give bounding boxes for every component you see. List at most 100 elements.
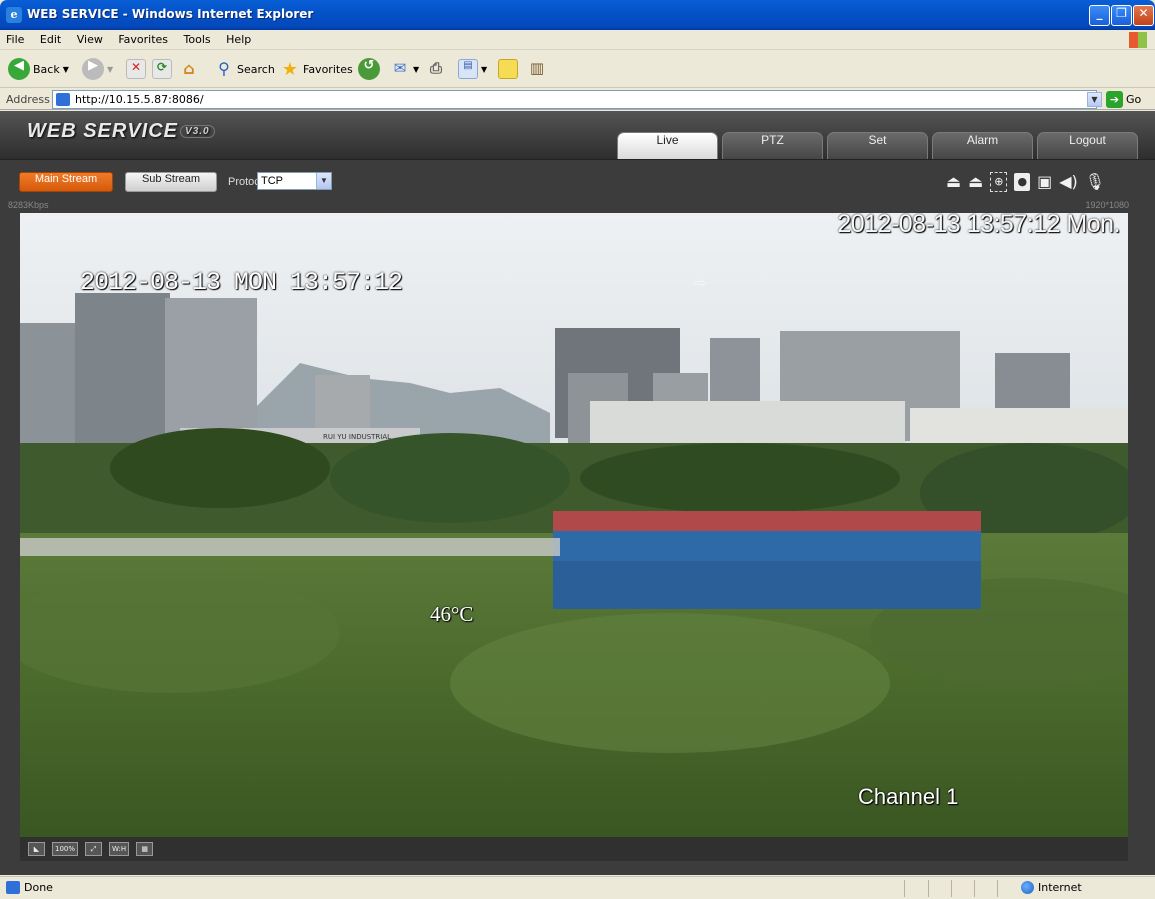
live-tools: ⏏ ⏏ ⊕ ● ▣ ◀) 🎙 [946,172,1105,192]
web-service-app: WEB SERVICE V3.0 Live PTZ Set Alarm Logou… [0,111,1155,875]
ie-app-icon: e [6,7,22,23]
record-video-icon[interactable]: ▣ [1037,173,1052,191]
go-button[interactable]: ➔ Go [1106,91,1141,108]
back-arrow-icon: ◀ [8,58,30,80]
status-divider [928,880,929,897]
back-dropdown-icon: ▼ [62,64,69,74]
alarm-light-2-icon[interactable]: ⏏ [968,173,983,191]
page-icon [56,93,70,106]
search-button[interactable]: ⚲ Search [214,57,275,81]
maximize-button[interactable]: ❐ [1111,5,1132,26]
stop-icon: ✕ [126,59,146,79]
snapshot-camera-icon[interactable]: ● [1014,173,1031,191]
mail-button[interactable]: ✉ ▼ [390,57,419,81]
history-button[interactable]: ↺ [358,57,380,81]
address-bar: Address http://10.15.5.87:8086/ ▼ ➔ Go [0,89,1155,110]
back-button[interactable]: ◀ Back ▼ [8,57,69,81]
zoom-grid-icon[interactable]: ▦ [136,842,154,856]
forward-button[interactable]: ▶ ▼ [82,57,113,81]
tab-live[interactable]: Live [617,132,718,159]
discuss-button[interactable] [498,57,518,81]
osd-timestamp-left: 2012-08-13 MON 13:57:12 [80,268,403,297]
status-left: Done [6,881,53,894]
address-url: http://10.15.5.87:8086/ [75,93,204,106]
address-input[interactable]: http://10.15.5.87:8086/ [52,90,1097,109]
fit-window-icon[interactable]: ⤢ [85,842,103,856]
title-bar: e WEB SERVICE - Windows Internet Explore… [0,0,1155,30]
menu-edit[interactable]: Edit [34,30,67,46]
menu-bar: File Edit View Favorites Tools Help [0,30,1155,50]
menu-tools[interactable]: Tools [178,30,217,46]
tab-set[interactable]: Set [827,132,928,159]
tab-ptz[interactable]: PTZ [722,132,823,159]
status-divider [951,880,952,897]
chevron-down-icon: ▼ [316,173,331,189]
menu-view[interactable]: View [71,30,109,46]
favorites-label: Favorites [303,62,353,76]
back-label: Back [33,62,60,76]
osd-channel-title: Channel 1 [858,784,959,809]
windows-logo-icon [1129,32,1147,48]
protocol-value: TCP [261,175,283,187]
scale-100-button[interactable]: 100% [52,842,79,856]
fullscreen-toggle-icon[interactable]: ◣ [28,842,45,856]
stream-controls: Main Stream Sub Stream Protocol TCP ▼ 82… [0,159,1155,215]
refresh-icon: ⟳ [152,59,172,79]
protocol-select[interactable]: TCP ▼ [257,172,332,190]
osd-timestamp-right: 2012-08-13 13:57:12 Mon. [837,213,1120,238]
browser-window: e WEB SERVICE - Windows Internet Explore… [0,0,1155,899]
tab-alarm[interactable]: Alarm [932,132,1033,159]
status-text: Done [24,881,53,894]
research-button[interactable]: ▥ [527,57,547,81]
menu-help[interactable]: Help [220,30,257,46]
logo-version: V3.0 [180,125,215,139]
go-label: Go [1126,93,1142,106]
app-header: WEB SERVICE V3.0 Live PTZ Set Alarm Logou… [0,111,1155,159]
speaker-icon[interactable]: ◀) [1059,173,1078,191]
mail-dropdown-icon: ▼ [413,64,420,74]
app-logo: WEB SERVICE V3.0 [27,120,215,143]
mail-icon: ✉ [393,59,407,77]
search-icon: ⚲ [218,59,230,78]
bitrate-readout: 8283Kbps [8,200,49,210]
edit-page-icon: ▤ [458,59,478,79]
status-bar: Done Internet [0,876,1155,899]
tab-logout[interactable]: Logout [1037,132,1138,159]
search-label: Search [237,62,275,76]
logo-text: WEB SERVICE [27,120,179,142]
minimize-button[interactable]: _ [1089,5,1110,26]
print-icon: ⎙ [429,59,442,77]
aspect-ratio-button[interactable]: W:H [109,842,130,856]
home-icon: ⌂ [183,59,195,78]
home-button[interactable]: ⌂ [179,57,199,81]
status-divider [997,880,998,897]
browser-toolbar: ◀ Back ▼ ▶ ▼ ✕ ⟳ ⌂ ⚲ Search ★ Favorites … [0,51,1155,88]
edit-dropdown-icon: ▼ [481,64,488,74]
main-stream-button[interactable]: Main Stream [19,172,113,192]
security-zone: Internet [1021,881,1082,894]
osd-direction-arrow: ⇨ [693,273,707,292]
refresh-button[interactable]: ⟳ [152,57,172,81]
stop-button[interactable]: ✕ [126,57,146,81]
address-dropdown-button[interactable]: ▼ [1087,92,1102,107]
page-done-icon [6,881,20,894]
favorites-button[interactable]: ★ Favorites [280,57,353,81]
microphone-icon[interactable]: 🎙 [1085,173,1105,191]
edit-button[interactable]: ▤ ▼ [458,57,487,81]
menu-file[interactable]: File [0,30,30,46]
window-title: WEB SERVICE - Windows Internet Explorer [27,7,314,21]
osd-temperature: 46°C [430,602,474,626]
favorites-star-icon: ★ [281,59,299,80]
forward-arrow-icon: ▶ [82,58,104,80]
live-video-view[interactable]: 2012-08-13 13:57:12 Mon. 2012-08-13 MON … [20,213,1128,837]
alarm-light-icon[interactable]: ⏏ [946,173,961,191]
menu-favorites[interactable]: Favorites [112,30,174,46]
internet-globe-icon [1021,881,1034,894]
zoom-region-icon[interactable]: ⊕ [990,172,1008,192]
history-icon: ↺ [358,58,380,80]
resolution-readout: 1920*1080 [1085,200,1129,210]
sub-stream-button[interactable]: Sub Stream [125,172,217,192]
print-button[interactable]: ⎙ [426,57,446,81]
close-button[interactable]: ✕ [1133,5,1154,26]
video-control-bar: ◣ 100% ⤢ W:H ▦ [20,837,1128,861]
